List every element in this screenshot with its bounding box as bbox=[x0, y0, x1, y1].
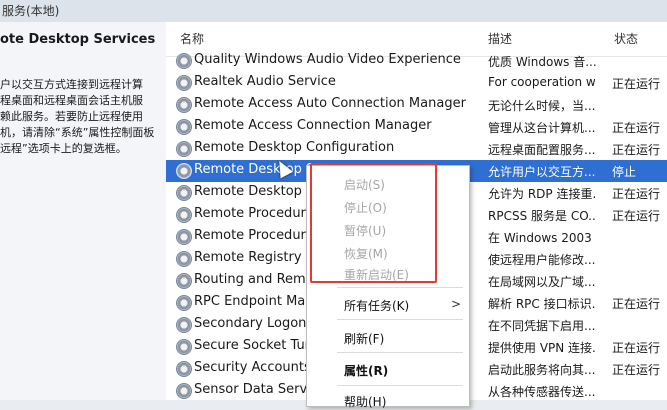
service-description: 在不同凭据下启用... bbox=[488, 319, 596, 333]
service-name: Remote Access Auto Connection Manager bbox=[194, 96, 466, 111]
service-detail-description: 户以交互方式连接到远程计算 程桌面和远程桌面会话主机服 赖此服务。若要防止远程使… bbox=[0, 77, 164, 157]
service-description: 解析 RPC 接口标识... bbox=[488, 297, 596, 311]
description-line: 户以交互方式连接到远程计算 bbox=[0, 78, 143, 91]
menu-item-help[interactable]: 帮助(H) bbox=[344, 393, 386, 410]
gear-icon bbox=[176, 119, 192, 135]
service-description: 允许用户以交互方... bbox=[488, 165, 596, 179]
service-name: Realtek Audio Service bbox=[194, 74, 336, 89]
window-title-strip: 服务(本地) bbox=[0, 0, 667, 22]
service-name: RPC Endpoint Map bbox=[194, 294, 314, 309]
service-row[interactable]: Remote Access Connection Manager 管理从这台计算… bbox=[166, 116, 667, 138]
gear-icon bbox=[176, 339, 192, 355]
menu-item-properties[interactable]: 属性(R) bbox=[344, 362, 388, 379]
column-header-description[interactable]: 描述 bbox=[488, 30, 512, 47]
gear-icon bbox=[176, 383, 192, 399]
service-name: Routing and Remo bbox=[194, 272, 314, 287]
service-name: Remote Desktop Configuration bbox=[194, 140, 395, 155]
service-description: 使远程用户能修改... bbox=[488, 253, 596, 267]
service-description: 无论什么时候，当... bbox=[488, 99, 596, 113]
service-row[interactable]: Quality Windows Audio Video Experience 优… bbox=[166, 50, 667, 72]
service-status: 正在运行 bbox=[612, 209, 661, 223]
service-name: Quality Windows Audio Video Experience bbox=[194, 52, 461, 67]
gear-icon bbox=[176, 317, 192, 333]
service-description: 管理从这台计算机... bbox=[488, 121, 596, 135]
service-name: Remote Procedure bbox=[194, 206, 314, 221]
service-status: 停止 bbox=[612, 165, 637, 179]
gear-icon bbox=[176, 53, 192, 69]
gear-icon bbox=[176, 207, 192, 223]
service-description: 启动此服务将向其... bbox=[488, 363, 596, 377]
description-line: 机，请清除“系统”属性控制面板 bbox=[0, 126, 155, 139]
service-name: Remote Registry bbox=[194, 250, 302, 265]
service-name: Remote Access Connection Manager bbox=[194, 118, 432, 133]
gear-icon bbox=[176, 361, 192, 377]
gear-icon bbox=[176, 185, 192, 201]
gear-icon bbox=[176, 295, 192, 311]
gear-icon bbox=[176, 229, 192, 245]
service-description: 提供使用 VPN 连接... bbox=[488, 341, 596, 355]
service-status: 正在运行 bbox=[612, 363, 661, 377]
service-name: Sensor Data Servic bbox=[194, 382, 318, 397]
menu-item-all-tasks[interactable]: 所有任务(K) bbox=[344, 297, 409, 314]
description-line: 程桌面和远程桌面会话主机服 bbox=[0, 94, 143, 107]
gear-icon bbox=[176, 75, 192, 91]
service-name: Secondary Logon bbox=[194, 316, 307, 331]
menu-separator bbox=[337, 319, 463, 320]
gear-icon bbox=[176, 97, 192, 113]
window-title: 服务(本地) bbox=[2, 4, 60, 18]
gear-icon bbox=[176, 163, 192, 179]
service-name: Remote Procedure bbox=[194, 228, 314, 243]
service-status: 正在运行 bbox=[612, 121, 661, 135]
service-row[interactable]: Remote Desktop Configuration 远程桌面配置服务...… bbox=[166, 138, 667, 160]
gear-icon bbox=[176, 273, 192, 289]
service-row[interactable]: Realtek Audio Service For cooperation w … bbox=[166, 72, 667, 94]
service-description: 允许为 RDP 连接重... bbox=[488, 187, 596, 201]
service-detail-pane: ote Desktop Services 户以交互方式连接到远程计算 程桌面和远… bbox=[0, 22, 166, 400]
description-line: 赖此服务。若要防止远程使用 bbox=[0, 110, 143, 123]
column-header-status[interactable]: 状态 bbox=[614, 30, 638, 47]
service-description: 在局域网以及广域... bbox=[488, 275, 596, 289]
service-status: 正在运行 bbox=[612, 297, 661, 311]
service-status: 正在运行 bbox=[612, 341, 661, 355]
column-header-name[interactable]: 名称 bbox=[180, 30, 204, 47]
menu-separator bbox=[337, 385, 463, 386]
menu-separator bbox=[337, 352, 463, 353]
service-description: 远程桌面配置服务... bbox=[488, 143, 596, 157]
service-name: Security Accounts bbox=[194, 360, 311, 375]
gear-icon bbox=[176, 251, 192, 267]
service-name: Secure Socket Tun bbox=[194, 338, 313, 353]
description-line: 远程”选项卡上的复选框。 bbox=[0, 142, 127, 155]
highlight-box bbox=[310, 163, 437, 283]
chevron-right-icon: > bbox=[451, 297, 462, 311]
menu-separator bbox=[337, 287, 463, 288]
menu-item-refresh[interactable]: 刷新(F) bbox=[344, 330, 384, 347]
service-detail-title: ote Desktop Services bbox=[0, 32, 156, 47]
service-description: RPCSS 服务是 CO... bbox=[488, 209, 596, 223]
service-status: 正在运行 bbox=[612, 143, 661, 157]
service-description: 在 Windows 2003 ... bbox=[488, 231, 596, 245]
service-name: Remote Desktop S bbox=[194, 184, 315, 199]
service-description: For cooperation w bbox=[488, 75, 596, 89]
service-description: 优质 Windows 音... bbox=[488, 55, 596, 69]
service-status: 正在运行 bbox=[612, 77, 661, 91]
service-status: 正在运行 bbox=[612, 187, 661, 201]
service-row[interactable]: Remote Access Auto Connection Manager 无论… bbox=[166, 94, 667, 116]
service-description: 从各种传感器传送... bbox=[488, 385, 596, 399]
gear-icon bbox=[176, 141, 192, 157]
